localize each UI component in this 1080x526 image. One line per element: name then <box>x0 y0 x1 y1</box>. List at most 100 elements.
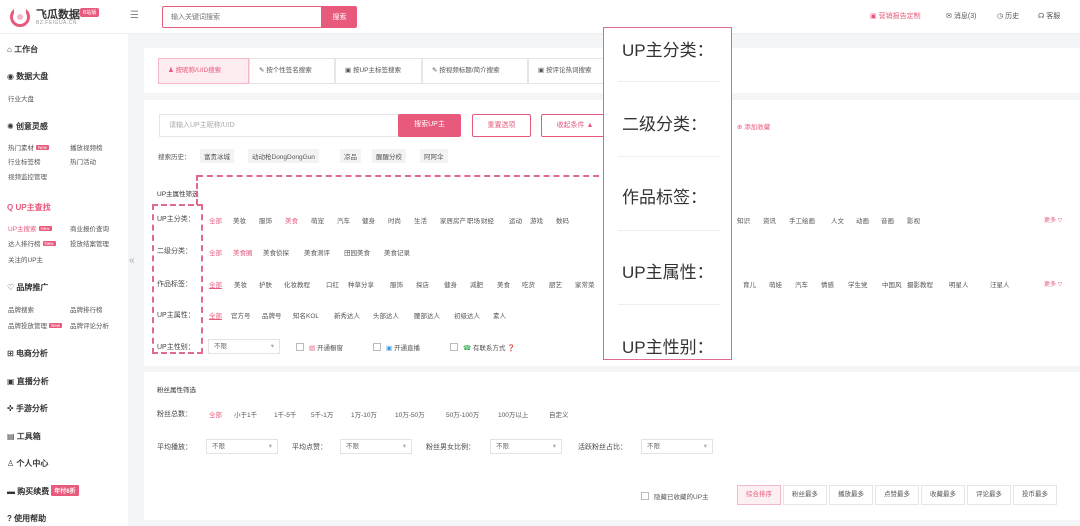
nav-mobile-games[interactable]: ✜ 手游分析 <box>7 403 48 414</box>
cat-option[interactable]: 游戏 <box>530 215 543 225</box>
sort-button[interactable]: 收藏最多 <box>921 485 965 505</box>
sub-option[interactable]: 美食测评 <box>304 247 330 257</box>
nav-data-center[interactable]: ◉ 数据大盘 <box>7 71 48 82</box>
avg-play-select[interactable]: 不限 ▾ <box>206 439 278 454</box>
collapse-button[interactable]: 收起条件 ▲ <box>541 114 609 137</box>
tag-option[interactable]: 学生党 <box>848 279 868 289</box>
attr-option[interactable]: 素人 <box>493 310 506 320</box>
up-search-input[interactable]: 请输入UP主昵称/UID <box>159 114 399 137</box>
nav-followed-up[interactable]: 关注的UP主 <box>8 254 43 264</box>
nav-purchase[interactable]: ▬ 购买续费 年付6折 <box>7 485 79 497</box>
fans-option[interactable]: 1千-5千 <box>274 409 296 419</box>
tag-option[interactable]: 减肥 <box>470 279 483 289</box>
nav-toolbox[interactable]: ▤ 工具箱 <box>7 431 41 442</box>
cat-option[interactable]: 服饰 <box>259 215 272 225</box>
sub-option[interactable]: 田园美食 <box>344 247 370 257</box>
fans-option[interactable]: 1万-10万 <box>351 409 377 419</box>
nav-hot-activity[interactable]: 热门活动 <box>70 156 96 166</box>
tag-option[interactable]: 吃货 <box>522 279 535 289</box>
attr-option[interactable]: 全部 <box>209 310 222 320</box>
live-checkbox[interactable]: ▣ 开通直播 <box>373 342 420 352</box>
cat-option[interactable]: 数码 <box>556 215 569 225</box>
history-link[interactable]: ◷ 历史 <box>997 11 1019 21</box>
tag-option[interactable]: 明星人 <box>949 279 969 289</box>
cat-option[interactable]: 财经 <box>481 215 494 225</box>
nav-up-search-item[interactable]: UP主搜索 New <box>8 223 52 233</box>
nav-brand-manage[interactable]: 品牌投放管理 New <box>8 320 63 330</box>
fans-option[interactable]: 5千-1万 <box>311 409 333 419</box>
tab-video-title[interactable]: ✎ 按视频标题/简介搜索 <box>422 58 528 84</box>
nav-help[interactable]: ? 使用帮助 <box>7 513 46 524</box>
cat-option[interactable]: 资讯 <box>763 215 776 225</box>
tag-option[interactable]: 服饰 <box>390 279 403 289</box>
sort-button[interactable]: 播放最多 <box>829 485 873 505</box>
sub-option[interactable]: 美食圈 <box>233 247 253 257</box>
avg-like-select[interactable]: 不限 ▾ <box>340 439 412 454</box>
gender-ratio-select[interactable]: 不限 ▾ <box>490 439 562 454</box>
nav-brand-rank[interactable]: 品牌排行榜 <box>70 304 103 314</box>
nav-hot-material[interactable]: 热门素材 New <box>8 142 50 152</box>
nav-brand-search[interactable]: 品牌搜索 <box>8 304 34 314</box>
tag-option[interactable]: 汪星人 <box>990 279 1010 289</box>
cat-option[interactable]: 家居房产 <box>440 215 466 225</box>
cat-option[interactable]: 生活 <box>414 215 427 225</box>
sub-option[interactable]: 美食侦探 <box>263 247 289 257</box>
fans-option[interactable]: 自定义 <box>549 409 569 419</box>
sort-button[interactable]: 点赞最多 <box>875 485 919 505</box>
tab-comment-keyword[interactable]: ▣ 按评论热词搜索 <box>528 58 608 84</box>
attr-option[interactable]: 腰部达人 <box>414 310 440 320</box>
tag-option[interactable]: 厨艺 <box>549 279 562 289</box>
tag-option[interactable]: 口红 <box>326 279 339 289</box>
sort-button[interactable]: 综合排序 <box>737 485 781 505</box>
cat-option[interactable]: 运动 <box>509 215 522 225</box>
cat-option[interactable]: 职场 <box>467 215 480 225</box>
tag-option[interactable]: 家常菜 <box>575 279 595 289</box>
nav-industry-board[interactable]: 行业大盘 <box>8 93 34 103</box>
hide-favorited-checkbox[interactable]: 隐藏已收藏的UP主 <box>641 491 709 501</box>
cat-option[interactable]: 萌宠 <box>311 215 324 225</box>
nav-campaign-manage[interactable]: 投放结案管理 <box>70 238 109 248</box>
gender-select[interactable]: 不限 ▾ <box>208 339 280 354</box>
tag-option[interactable]: 汽车 <box>795 279 808 289</box>
category-more-button[interactable]: 更多 ▽ <box>1044 215 1062 224</box>
cat-option[interactable]: 美食 <box>285 215 298 225</box>
history-chip[interactable]: 阿阿伞 <box>420 149 448 163</box>
sort-button[interactable]: 投币最多 <box>1013 485 1057 505</box>
nav-brand-promo[interactable]: ♡ 品牌推广 <box>7 282 48 293</box>
cat-option[interactable]: 知识 <box>737 215 750 225</box>
nav-video-rank[interactable]: 播放视频榜 <box>70 142 103 152</box>
nav-personal[interactable]: ♙ 个人中心 <box>7 458 48 469</box>
tag-option[interactable]: 美食 <box>497 279 510 289</box>
nav-talent-rank[interactable]: 达人排行榜 New <box>8 238 56 248</box>
nav-up-search[interactable]: Q UP主查找 <box>7 202 51 213</box>
active-fans-select[interactable]: 不限 ▾ <box>641 439 713 454</box>
attr-option[interactable]: 知名KOL <box>293 310 319 320</box>
cat-option[interactable]: 影视 <box>907 215 920 225</box>
attr-option[interactable]: 官方号 <box>231 310 251 320</box>
tag-option[interactable]: 种草分享 <box>348 279 374 289</box>
cat-option[interactable]: 美妆 <box>233 215 246 225</box>
showcase-checkbox[interactable]: ▤ 开通橱窗 <box>296 342 343 352</box>
fans-option[interactable]: 100万以上 <box>498 409 528 419</box>
tag-option[interactable]: 中国风 <box>882 279 902 289</box>
sort-button[interactable]: 评论最多 <box>967 485 1011 505</box>
cat-option[interactable]: 音画 <box>881 215 894 225</box>
nav-ecommerce[interactable]: ⊞ 电商分析 <box>7 348 48 359</box>
attr-option[interactable]: 初级达人 <box>454 310 480 320</box>
cat-option[interactable]: 健身 <box>362 215 375 225</box>
cat-option[interactable]: 动画 <box>856 215 869 225</box>
nav-creative[interactable]: ✺ 创意灵感 <box>7 121 48 132</box>
tag-more-button[interactable]: 更多 ▽ <box>1044 279 1062 288</box>
global-search-button[interactable]: 搜索 <box>322 6 357 28</box>
cat-option[interactable]: 汽车 <box>337 215 350 225</box>
history-chip[interactable]: 醒醒分校 <box>372 149 406 163</box>
fans-option[interactable]: 10万-50万 <box>395 409 425 419</box>
tag-option[interactable]: 全部 <box>209 279 222 289</box>
nav-brand-comments[interactable]: 品牌评论分析 <box>70 320 109 330</box>
tag-option[interactable]: 育儿 <box>743 279 756 289</box>
contact-checkbox[interactable]: ☎ 有联系方式 ❓ <box>450 342 515 352</box>
sort-button[interactable]: 粉丝最多 <box>783 485 827 505</box>
nav-quote-query[interactable]: 商业报价查询 <box>70 223 109 233</box>
cat-option[interactable]: 人文 <box>831 215 844 225</box>
add-favorite-link[interactable]: ⊕ 添加收藏 <box>737 121 770 131</box>
